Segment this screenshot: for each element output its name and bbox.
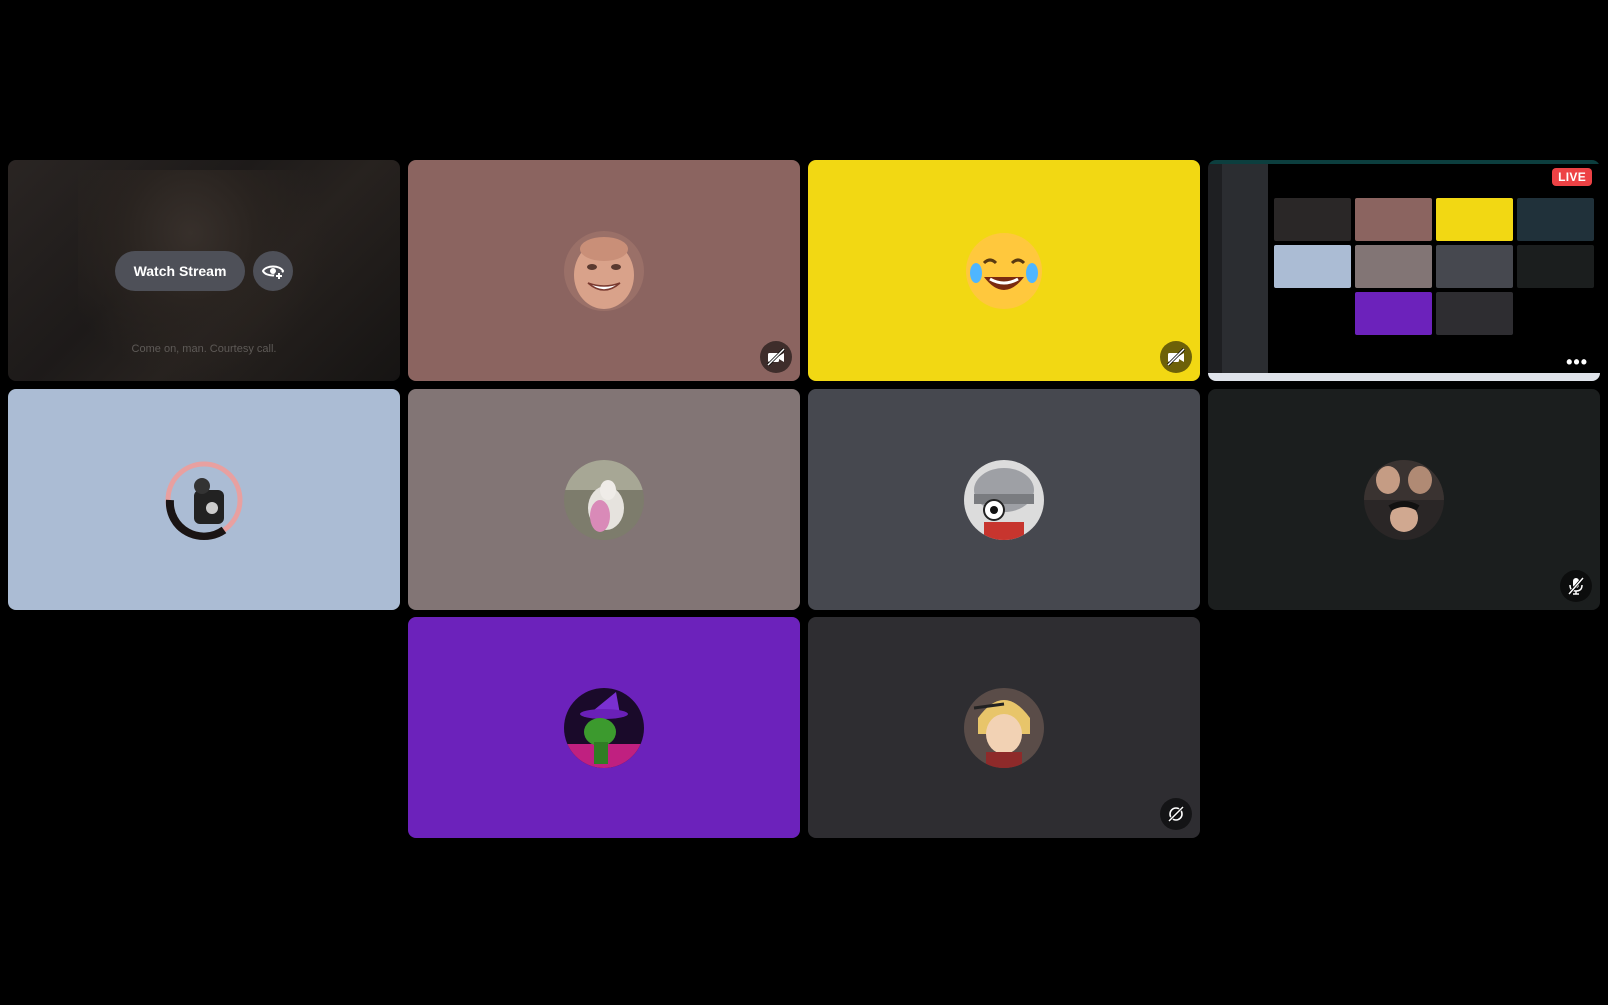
screen-share-mini-tile: [1517, 198, 1594, 241]
participant-tile-3[interactable]: [8, 389, 400, 610]
screen-share-server-list: [1208, 164, 1222, 374]
participant-avatar: [564, 459, 644, 540]
participant-tile-7[interactable]: [408, 617, 800, 838]
eye-plus-icon: [261, 265, 285, 281]
live-badge: LIVE: [1552, 168, 1592, 186]
screen-share-mini-tile: [1274, 198, 1351, 241]
screen-share-channel-list: [1222, 164, 1268, 374]
participant-avatar: [164, 459, 244, 540]
screen-share-mini-tile: [1355, 292, 1432, 335]
screen-share-taskbar: [1208, 373, 1600, 381]
participant-tile-2[interactable]: [808, 160, 1200, 381]
stream-preview-tile[interactable]: Watch Stream Come on, man. Courtesy call…: [8, 160, 400, 381]
screen-share-mini-tile: [1436, 292, 1513, 335]
participant-avatar: [1364, 459, 1444, 540]
participant-tile-5[interactable]: [808, 389, 1200, 610]
screen-share-tile[interactable]: LIVE •••: [1208, 160, 1600, 381]
participant-tile-8[interactable]: [808, 617, 1200, 838]
camera-off-icon: [1160, 341, 1192, 373]
participant-tile-4[interactable]: [408, 389, 800, 610]
screen-share-mini-tile: [1355, 245, 1432, 288]
stream-off-icon: [1160, 798, 1192, 830]
more-options-button[interactable]: •••: [1566, 353, 1588, 371]
stream-caption: Come on, man. Courtesy call.: [131, 343, 277, 355]
participant-avatar: [964, 459, 1044, 540]
participant-avatar: [564, 687, 644, 768]
camera-off-icon: [760, 341, 792, 373]
mic-muted-icon: [1560, 570, 1592, 602]
screen-share-mini-tile: [1436, 245, 1513, 288]
watch-stream-eye-button[interactable]: [253, 251, 293, 291]
participant-tile-6[interactable]: [1208, 389, 1600, 610]
screen-share-mini-tile: [1355, 198, 1432, 241]
screen-share-mini-tile: [1517, 245, 1594, 288]
screen-share-mini-tile: [1436, 198, 1513, 241]
participant-avatar: [564, 230, 644, 311]
screen-share-mini-tile: [1274, 245, 1351, 288]
participant-avatar: [964, 687, 1044, 768]
participant-tile-1[interactable]: [408, 160, 800, 381]
participant-avatar: [964, 231, 1044, 311]
watch-stream-button[interactable]: Watch Stream: [115, 251, 245, 291]
